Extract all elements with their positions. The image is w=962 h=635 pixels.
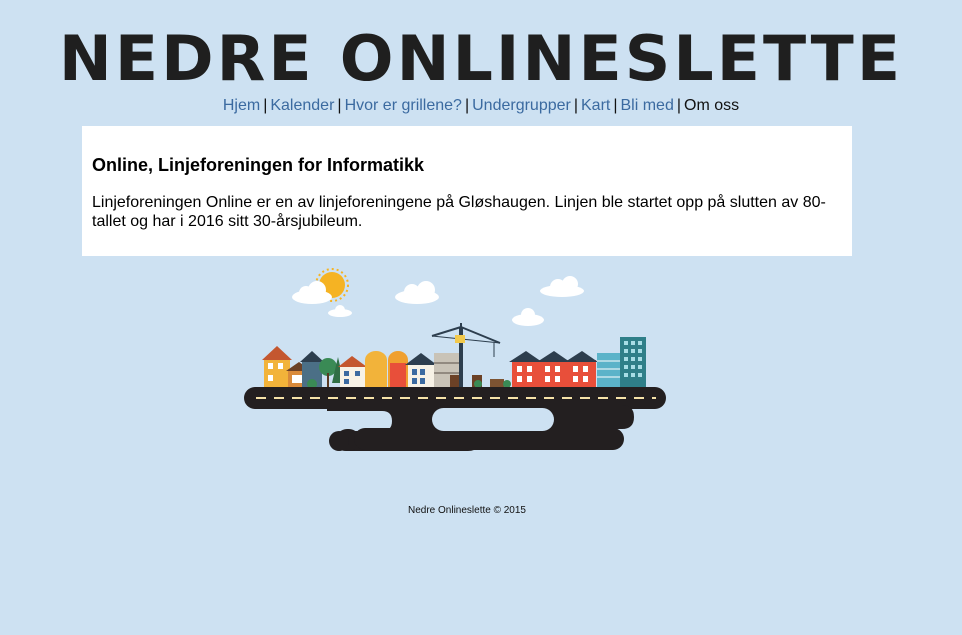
nav-item-om-oss-current: Om oss: [684, 97, 740, 114]
nav-separator: |: [613, 97, 618, 114]
nav-link-hvor-er-grillene[interactable]: Hvor er grillene?: [345, 97, 462, 114]
nav-separator: |: [573, 97, 578, 114]
page: NEDRE ONLINESLETTE Hjem | Kalender | Hvor er…: [0, 0, 962, 635]
content-heading: Online, Linjeforeningen for Informatikk: [92, 155, 425, 175]
city-island-illustration: [242, 265, 670, 457]
nav-link-undergrupper[interactable]: Undergrupper: [472, 97, 571, 114]
main-nav: Hjem | Kalender | Hvor er grillene? | Undergru…: [0, 96, 962, 116]
nav-link-bli-med[interactable]: Bli med: [621, 97, 674, 114]
footer-copyright: Nedre Onlineslette © 2015: [408, 505, 526, 516]
site-title: NEDRE ONLINESLETTE: [58, 22, 904, 95]
buildings: [262, 323, 646, 389]
nav-separator: |: [676, 97, 682, 114]
road-island: [244, 387, 666, 451]
nav-separator: |: [337, 97, 342, 114]
nav-link-hjem[interactable]: Hjem: [223, 97, 260, 114]
content-body: Linjeforeningen Online er en av linjefor…: [92, 194, 826, 230]
nav-separator: |: [263, 97, 268, 114]
nav-link-kalender[interactable]: Kalender: [270, 97, 334, 114]
nav-separator: |: [464, 97, 470, 114]
content-card: Online, Linjeforeningen for Informatikk …: [82, 126, 852, 256]
nav-link-kart[interactable]: Kart: [581, 97, 610, 114]
